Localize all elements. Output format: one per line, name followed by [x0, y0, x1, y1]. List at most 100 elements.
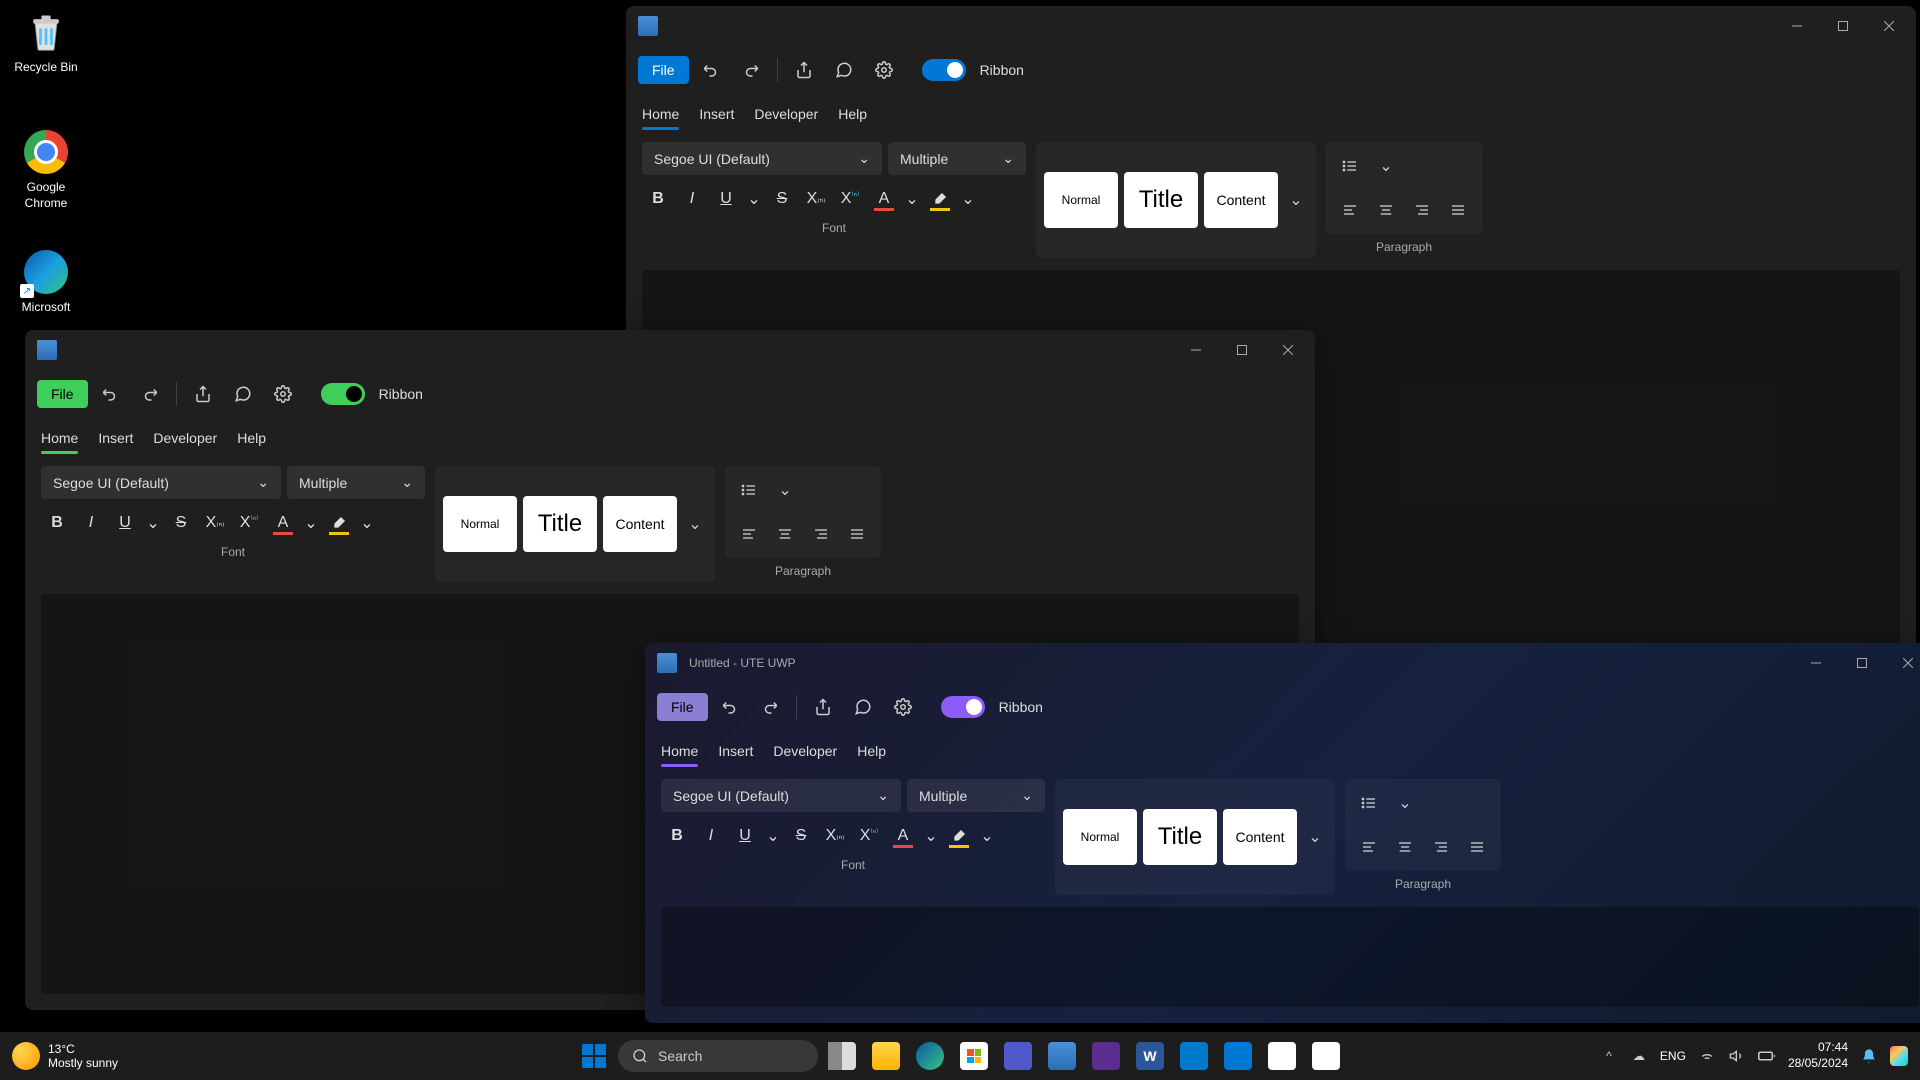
align-justify-button[interactable] — [1442, 194, 1474, 226]
tab-home[interactable]: Home — [661, 735, 698, 767]
bullets-more-icon[interactable]: ⌄ — [1389, 787, 1421, 819]
highlight-more-icon[interactable]: ⌄ — [977, 820, 997, 852]
file-button[interactable]: File — [657, 693, 708, 721]
strikethrough-button[interactable]: S — [766, 183, 798, 215]
font-name-dropdown[interactable]: Segoe UI (Default)⌄ — [41, 466, 281, 499]
subscript-button[interactable]: X₍ₙ₎ — [199, 507, 231, 539]
redo-icon[interactable] — [132, 376, 168, 412]
align-right-button[interactable] — [805, 518, 837, 550]
style-content[interactable]: Content — [1223, 809, 1297, 865]
share-icon[interactable] — [805, 689, 841, 725]
redo-icon[interactable] — [733, 52, 769, 88]
style-content[interactable]: Content — [603, 496, 677, 552]
italic-button[interactable]: I — [75, 507, 107, 539]
italic-button[interactable]: I — [676, 183, 708, 215]
align-right-button[interactable] — [1425, 831, 1457, 863]
tab-insert[interactable]: Insert — [98, 422, 133, 454]
taskbar-app[interactable] — [1262, 1036, 1302, 1076]
close-button[interactable] — [1265, 334, 1311, 366]
copilot-icon[interactable] — [1890, 1047, 1908, 1065]
taskbar-edge[interactable] — [910, 1036, 950, 1076]
tab-developer[interactable]: Developer — [153, 422, 217, 454]
redo-icon[interactable] — [752, 689, 788, 725]
volume-icon[interactable] — [1728, 1047, 1746, 1065]
font-color-button[interactable]: A — [887, 820, 919, 852]
ribbon-toggle[interactable] — [321, 383, 365, 405]
tab-developer[interactable]: Developer — [754, 98, 818, 130]
start-button[interactable] — [574, 1036, 614, 1076]
minimize-button[interactable] — [1793, 647, 1839, 679]
superscript-button[interactable]: X⁽ⁿ⁾ — [834, 183, 866, 215]
tray-cloud-icon[interactable]: ☁ — [1630, 1047, 1648, 1065]
settings-icon[interactable] — [866, 52, 902, 88]
align-justify-button[interactable] — [841, 518, 873, 550]
file-button[interactable]: File — [37, 380, 88, 408]
underline-button[interactable]: U — [109, 507, 141, 539]
align-left-button[interactable] — [1334, 194, 1366, 226]
tab-home[interactable]: Home — [41, 422, 78, 454]
comment-icon[interactable] — [845, 689, 881, 725]
font-size-dropdown[interactable]: Multiple⌄ — [907, 779, 1045, 812]
align-right-button[interactable] — [1406, 194, 1438, 226]
titlebar[interactable] — [626, 6, 1916, 46]
google-chrome[interactable]: Google Chrome — [8, 128, 84, 211]
style-normal[interactable]: Normal — [1063, 809, 1137, 865]
bullets-more-icon[interactable]: ⌄ — [1370, 150, 1402, 182]
comment-icon[interactable] — [225, 376, 261, 412]
taskbar-app[interactable] — [1306, 1036, 1346, 1076]
undo-icon[interactable] — [712, 689, 748, 725]
style-title[interactable]: Title — [1124, 172, 1198, 228]
bullets-button[interactable] — [733, 474, 765, 506]
taskbar-outlook[interactable] — [1218, 1036, 1258, 1076]
taskbar-visual-studio[interactable] — [1086, 1036, 1126, 1076]
tab-help[interactable]: Help — [237, 422, 266, 454]
taskbar-app-active[interactable] — [1042, 1036, 1082, 1076]
style-title[interactable]: Title — [523, 496, 597, 552]
ribbon-toggle[interactable] — [922, 59, 966, 81]
titlebar[interactable]: Untitled - UTE UWP — [645, 643, 1920, 683]
font-size-dropdown[interactable]: Multiple⌄ — [888, 142, 1026, 175]
taskbar-teams[interactable] — [998, 1036, 1038, 1076]
superscript-button[interactable]: X⁽ⁿ⁾ — [853, 820, 885, 852]
bullets-more-icon[interactable]: ⌄ — [769, 474, 801, 506]
minimize-button[interactable] — [1774, 10, 1820, 42]
subscript-button[interactable]: X₍ₙ₎ — [800, 183, 832, 215]
strikethrough-button[interactable]: S — [165, 507, 197, 539]
underline-button[interactable]: U — [710, 183, 742, 215]
highlight-button[interactable] — [924, 183, 956, 215]
document-canvas[interactable] — [661, 907, 1919, 1007]
font-size-dropdown[interactable]: Multiple⌄ — [287, 466, 425, 499]
taskbar-task-view[interactable] — [822, 1036, 862, 1076]
notifications-icon[interactable] — [1860, 1047, 1878, 1065]
maximize-button[interactable] — [1839, 647, 1885, 679]
bullets-button[interactable] — [1353, 787, 1385, 819]
share-icon[interactable] — [786, 52, 822, 88]
maximize-button[interactable] — [1219, 334, 1265, 366]
clock[interactable]: 07:44 28/05/2024 — [1788, 1040, 1848, 1071]
bold-button[interactable]: B — [642, 183, 674, 215]
undo-icon[interactable] — [92, 376, 128, 412]
tab-home[interactable]: Home — [642, 98, 679, 130]
font-color-more-icon[interactable]: ⌄ — [301, 507, 321, 539]
tab-insert[interactable]: Insert — [718, 735, 753, 767]
italic-button[interactable]: I — [695, 820, 727, 852]
taskbar-word[interactable]: W — [1130, 1036, 1170, 1076]
taskbar-vscode[interactable] — [1174, 1036, 1214, 1076]
align-center-button[interactable] — [1370, 194, 1402, 226]
wifi-icon[interactable] — [1698, 1047, 1716, 1065]
undo-icon[interactable] — [693, 52, 729, 88]
align-justify-button[interactable] — [1461, 831, 1493, 863]
underline-more-icon[interactable]: ⌄ — [143, 507, 163, 539]
tab-help[interactable]: Help — [857, 735, 886, 767]
underline-button[interactable]: U — [729, 820, 761, 852]
microsoft-edge[interactable]: ↗ Microsoft — [8, 248, 84, 316]
language-indicator[interactable]: ENG — [1660, 1049, 1686, 1063]
styles-expand-icon[interactable]: ⌄ — [683, 496, 707, 552]
superscript-button[interactable]: X⁽ⁿ⁾ — [233, 507, 265, 539]
taskbar-explorer[interactable] — [866, 1036, 906, 1076]
font-color-button[interactable]: A — [868, 183, 900, 215]
maximize-button[interactable] — [1820, 10, 1866, 42]
align-left-button[interactable] — [1353, 831, 1385, 863]
comment-icon[interactable] — [826, 52, 862, 88]
styles-expand-icon[interactable]: ⌄ — [1303, 809, 1327, 865]
